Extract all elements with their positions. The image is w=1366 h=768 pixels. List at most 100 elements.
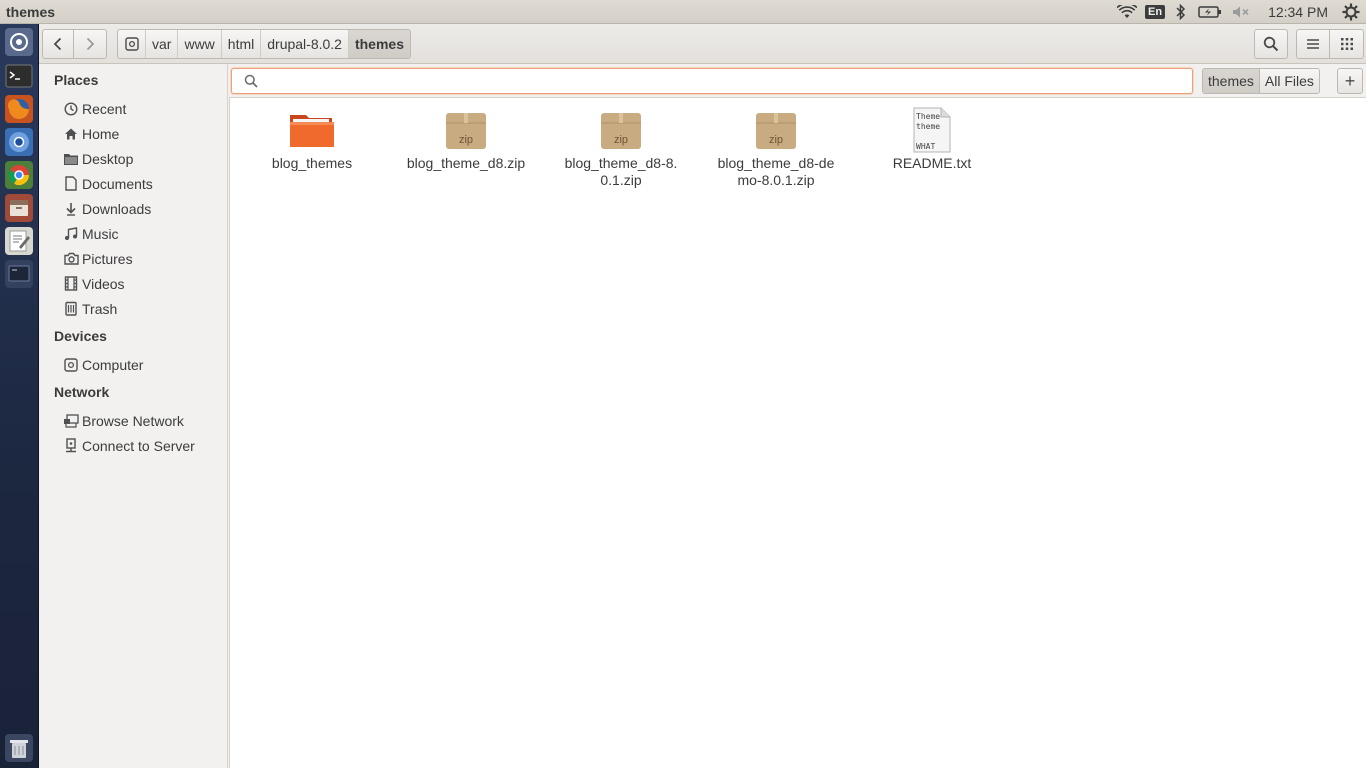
sidebar-item-home[interactable]: Home xyxy=(39,121,227,146)
sidebar-item-documents[interactable]: Documents xyxy=(39,171,227,196)
document-icon xyxy=(63,176,79,192)
file-view[interactable]: blog_themes zip blog_theme_d8.zip zip bl… xyxy=(229,97,1366,768)
trash-icon[interactable] xyxy=(5,734,33,762)
toolbar: var www html drupal-8.0.2 themes xyxy=(39,24,1366,64)
file-name: blog_themes xyxy=(271,155,353,171)
chevron-left-icon xyxy=(53,37,62,51)
sidebar-item-recent[interactable]: Recent xyxy=(39,96,227,121)
folder-icon xyxy=(63,151,79,167)
clock-icon xyxy=(63,101,79,117)
network-header: Network xyxy=(54,384,110,400)
search-input[interactable] xyxy=(264,70,1192,92)
sidebar-item-label: Trash xyxy=(82,300,118,317)
chrome-icon[interactable] xyxy=(5,161,33,189)
sidebar-item-label: Recent xyxy=(82,100,127,117)
sidebar-item-label: Pictures xyxy=(82,250,133,267)
volume-muted-icon[interactable] xyxy=(1226,0,1258,24)
clock[interactable]: 12:34 PM xyxy=(1258,0,1336,24)
music-icon xyxy=(63,226,79,242)
zip-archive-icon: zip xyxy=(442,106,490,154)
sidebar-item-label: Computer xyxy=(82,356,144,373)
forward-button[interactable] xyxy=(74,29,107,59)
sidebar-item-desktop[interactable]: Desktop xyxy=(39,146,227,171)
breadcrumb: var www html drupal-8.0.2 themes xyxy=(117,29,411,59)
keyboard-layout-indicator[interactable]: En xyxy=(1142,0,1168,24)
breadcrumb-drupal[interactable]: drupal-8.0.2 xyxy=(261,30,349,58)
film-icon xyxy=(63,276,79,292)
breadcrumb-root-button[interactable] xyxy=(118,30,146,58)
file-item-text[interactable]: Theme theme WHAT README.txt xyxy=(862,106,1002,172)
zip-archive-icon: zip xyxy=(597,106,645,154)
zip-badge: zip xyxy=(614,134,628,146)
drive-icon xyxy=(124,37,139,51)
firefox-icon[interactable] xyxy=(5,95,33,123)
network-icon xyxy=(63,413,79,429)
sidebar-item-label: Videos xyxy=(82,275,125,292)
file-name: blog_theme_d8-8.0.1.zip xyxy=(564,155,678,188)
sidebar-item-label: Documents xyxy=(82,175,153,192)
sidebar-item-label: Desktop xyxy=(82,150,134,167)
zip-badge: zip xyxy=(459,134,473,146)
dash-icon[interactable] xyxy=(5,28,33,56)
search-bar: themes All Files + xyxy=(229,64,1366,97)
server-icon xyxy=(63,438,79,454)
chevron-right-icon xyxy=(86,37,95,51)
bluetooth-icon[interactable] xyxy=(1168,0,1194,24)
file-item-zip[interactable]: zip blog_theme_d8.zip xyxy=(396,106,536,172)
terminal-icon[interactable] xyxy=(5,62,33,90)
sidebar-item-browse-network[interactable]: Browse Network xyxy=(39,408,227,433)
text-preview-line: WHAT xyxy=(916,142,935,151)
top-panel: themes En 12:34 PM xyxy=(0,0,1366,24)
add-search-criteria-button[interactable]: + xyxy=(1337,68,1363,94)
wifi-icon[interactable] xyxy=(1112,0,1142,24)
chromium-icon[interactable] xyxy=(5,128,33,156)
file-item-zip[interactable]: zip blog_theme_d8-demo-8.0.1.zip xyxy=(706,106,846,189)
sidebar-item-connect-server[interactable]: Connect to Server xyxy=(39,433,227,458)
indicator-area: En 12:34 PM xyxy=(1112,0,1366,24)
breadcrumb-var[interactable]: var xyxy=(146,30,179,58)
text-preview-line: theme xyxy=(916,122,940,131)
sidebar-item-label: Home xyxy=(82,125,120,142)
sidebar-item-videos[interactable]: Videos xyxy=(39,271,227,296)
sidebar-item-computer[interactable]: Computer xyxy=(39,352,227,377)
text-editor-icon[interactable] xyxy=(5,227,33,255)
window-title: themes xyxy=(6,3,56,20)
trash-icon xyxy=(63,301,79,317)
search-field[interactable] xyxy=(231,68,1193,94)
back-button[interactable] xyxy=(42,29,74,59)
file-item-folder[interactable]: blog_themes xyxy=(242,106,382,172)
zip-archive-icon: zip xyxy=(752,106,800,154)
session-gear-icon[interactable] xyxy=(1336,0,1366,24)
unity-launcher xyxy=(0,24,39,768)
list-view-button[interactable] xyxy=(1296,29,1330,59)
battery-icon[interactable] xyxy=(1194,0,1226,24)
sidebar-item-label: Browse Network xyxy=(82,412,184,429)
camera-icon xyxy=(63,251,79,267)
sidebar-item-music[interactable]: Music xyxy=(39,221,227,246)
sidebar-item-trash[interactable]: Trash xyxy=(39,296,227,321)
search-icon xyxy=(1263,36,1279,52)
grid-view-button[interactable] xyxy=(1330,29,1364,59)
file-item-zip[interactable]: zip blog_theme_d8-8.0.1.zip xyxy=(551,106,691,189)
scope-current-folder-button[interactable]: themes xyxy=(1203,69,1260,93)
workspace-icon[interactable] xyxy=(5,260,33,288)
breadcrumb-themes[interactable]: themes xyxy=(348,30,410,58)
zip-badge: zip xyxy=(769,134,783,146)
file-name: blog_theme_d8.zip xyxy=(406,155,526,171)
hamburger-icon xyxy=(1307,39,1319,49)
sidebar-item-label: Music xyxy=(82,225,119,242)
home-icon xyxy=(63,126,79,142)
search-icon xyxy=(238,74,264,88)
sidebar-item-label: Connect to Server xyxy=(82,437,195,454)
sidebar-item-pictures[interactable]: Pictures xyxy=(39,246,227,271)
sidebar-item-downloads[interactable]: Downloads xyxy=(39,196,227,221)
keyboard-layout-label: En xyxy=(1145,4,1166,19)
text-file-icon: Theme theme WHAT xyxy=(908,106,956,154)
file-name: README.txt xyxy=(892,155,972,171)
breadcrumb-www[interactable]: www xyxy=(178,30,222,58)
search-button[interactable] xyxy=(1254,29,1288,59)
scope-all-files-button[interactable]: All Files xyxy=(1259,69,1319,93)
files-icon[interactable] xyxy=(5,194,33,222)
text-preview-line: Theme xyxy=(916,112,940,121)
breadcrumb-html[interactable]: html xyxy=(222,30,262,58)
